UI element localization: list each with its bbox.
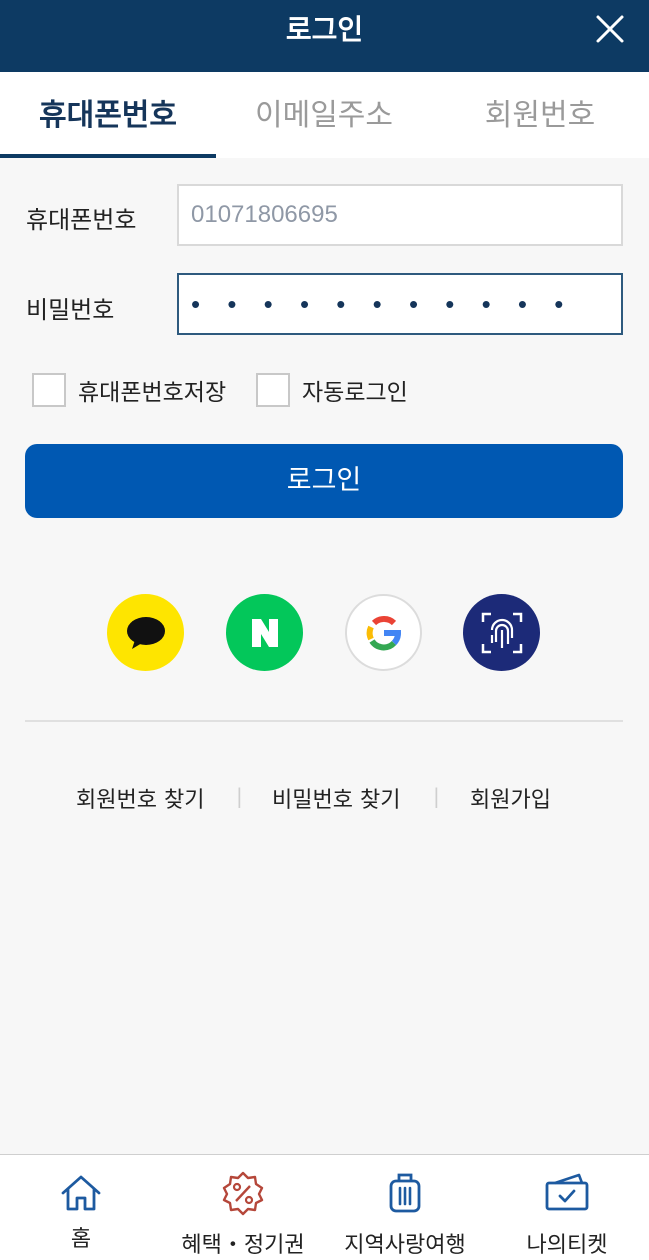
suitcase-icon <box>389 1173 421 1213</box>
bottom-nav: 홈 혜택・정기권 지역사랑여행 나의티켓 <box>0 1154 649 1260</box>
nav-item-local-travel[interactable]: 지역사랑여행 <box>324 1155 486 1260</box>
password-mask: • • • • • • • • • • • <box>191 289 574 319</box>
home-icon <box>61 1175 101 1211</box>
nav-item-benefits[interactable]: 혜택・정기권 <box>162 1155 324 1260</box>
tab-member-number[interactable]: 회원번호 <box>432 72 648 158</box>
login-method-tabs: 휴대폰번호 이메일주소 회원번호 <box>0 72 649 158</box>
save-phone-checkbox[interactable] <box>32 373 66 407</box>
tab-phone-number[interactable]: 휴대폰번호 <box>0 72 216 158</box>
nav-label-local-travel: 지역사랑여행 <box>344 1233 466 1258</box>
auto-login-checkbox[interactable] <box>256 373 290 407</box>
google-icon <box>366 615 401 650</box>
naver-login-button[interactable] <box>226 594 303 671</box>
password-label: 비밀번호 <box>26 296 115 324</box>
auto-login-option[interactable]: 자동로그인 <box>256 372 408 408</box>
password-input[interactable]: • • • • • • • • • • • <box>177 273 623 335</box>
auto-login-label: 자동로그인 <box>302 380 408 406</box>
discount-badge-icon <box>222 1171 264 1216</box>
nav-label-benefits: 혜택・정기권 <box>181 1233 305 1258</box>
nav-label-home: 홈 <box>70 1227 92 1252</box>
tab-email[interactable]: 이메일주소 <box>216 72 432 158</box>
phone-input[interactable]: 01071806695 <box>177 184 623 246</box>
naver-icon <box>251 618 278 647</box>
page-title: 로그인 <box>285 13 364 46</box>
google-login-button[interactable] <box>345 594 422 671</box>
biometric-login-button[interactable] <box>463 594 540 671</box>
fingerprint-icon <box>481 612 522 653</box>
phone-label: 휴대폰번호 <box>26 206 137 234</box>
app-header: 로그인 <box>0 0 649 72</box>
link-separator: | <box>236 784 243 808</box>
login-button[interactable]: 로그인 <box>25 444 623 518</box>
find-member-number-link[interactable]: 회원번호 찾기 <box>76 782 204 814</box>
save-phone-label: 휴대폰번호저장 <box>78 380 227 406</box>
kakao-icon <box>126 616 165 649</box>
divider <box>25 720 623 722</box>
nav-item-home[interactable]: 홈 <box>0 1155 162 1260</box>
link-separator: | <box>433 784 440 808</box>
close-icon[interactable] <box>593 12 627 46</box>
nav-label-my-ticket: 나의티켓 <box>526 1233 608 1258</box>
kakao-login-button[interactable] <box>107 594 184 671</box>
nav-item-my-ticket[interactable]: 나의티켓 <box>486 1155 648 1260</box>
save-phone-option[interactable]: 휴대폰번호저장 <box>32 372 226 408</box>
ticket-icon <box>545 1173 589 1211</box>
sign-up-link[interactable]: 회원가입 <box>470 782 551 814</box>
find-password-link[interactable]: 비밀번호 찾기 <box>272 782 400 814</box>
active-tab-indicator <box>0 154 216 158</box>
